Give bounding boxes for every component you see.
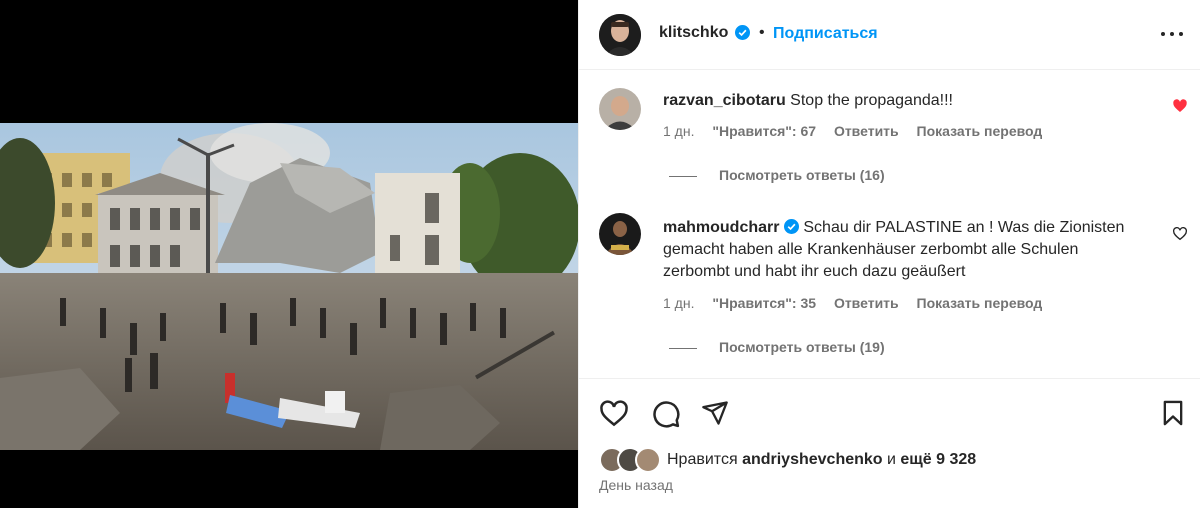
comment-likes-count[interactable]: "Нравится": 35 bbox=[712, 295, 816, 311]
verified-badge-icon bbox=[783, 219, 799, 234]
liker-avatar bbox=[635, 447, 661, 473]
replies-divider bbox=[669, 175, 697, 177]
separator-dot: • bbox=[759, 24, 765, 41]
comment-time[interactable]: 1 дн. bbox=[663, 295, 694, 311]
follow-button[interactable]: Подписаться bbox=[773, 25, 878, 43]
comment-bubble-icon[interactable] bbox=[651, 399, 681, 429]
like-heart-icon[interactable] bbox=[1172, 226, 1190, 244]
share-paper-plane-icon[interactable] bbox=[701, 399, 731, 429]
author-username[interactable]: klitschko bbox=[659, 24, 728, 42]
comment-text: Stop the propaganda!!! bbox=[790, 92, 953, 109]
commenter-avatar[interactable] bbox=[599, 88, 641, 130]
comment-likes-count[interactable]: "Нравится": 67 bbox=[712, 123, 816, 139]
comment-username[interactable]: mahmoudcharr bbox=[663, 219, 779, 236]
destroyed-hospital-photo bbox=[0, 123, 578, 450]
commenter-avatar[interactable] bbox=[599, 213, 641, 255]
liker-avatars[interactable] bbox=[599, 447, 663, 473]
save-bookmark-icon[interactable] bbox=[1159, 399, 1189, 429]
likes-text: Нравится andriyshevchenko и ещё 9 328 bbox=[667, 451, 976, 469]
likes-others-count[interactable]: ещё 9 328 bbox=[900, 451, 976, 468]
view-replies-label: Посмотреть ответы (19) bbox=[719, 339, 885, 355]
post-actions-bar bbox=[579, 378, 1200, 440]
reply-button[interactable]: Ответить bbox=[834, 295, 899, 311]
post-header: klitschko • Подписаться bbox=[579, 0, 1200, 70]
liked-heart-icon[interactable] bbox=[1172, 98, 1190, 116]
likes-prefix: Нравится bbox=[667, 451, 738, 468]
view-replies-label: Посмотреть ответы (16) bbox=[719, 167, 885, 183]
post-media bbox=[0, 0, 578, 508]
comment-time[interactable]: 1 дн. bbox=[663, 123, 694, 139]
likes-conjunction: и bbox=[887, 451, 896, 468]
comment-username[interactable]: razvan_cibotaru bbox=[663, 92, 786, 109]
like-heart-icon[interactable] bbox=[599, 399, 629, 429]
liker-username[interactable]: andriyshevchenko bbox=[742, 451, 883, 468]
translate-button[interactable]: Показать перевод bbox=[917, 123, 1043, 139]
comment-meta: 1 дн. "Нравится": 35 Ответить Показать п… bbox=[663, 295, 1056, 311]
author-avatar[interactable] bbox=[599, 14, 641, 56]
reply-button[interactable]: Ответить bbox=[834, 123, 899, 139]
post-sidebar: klitschko • Подписаться razvan_cibotaru … bbox=[578, 0, 1200, 508]
more-options-icon[interactable] bbox=[1161, 30, 1183, 38]
post-date[interactable]: День назад bbox=[599, 477, 673, 493]
translate-button[interactable]: Показать перевод bbox=[917, 295, 1043, 311]
view-replies-button[interactable]: Посмотреть ответы (16) bbox=[669, 167, 885, 183]
view-replies-button[interactable]: Посмотреть ответы (19) bbox=[669, 339, 885, 355]
post-photo[interactable] bbox=[0, 123, 578, 450]
comment-meta: 1 дн. "Нравится": 67 Ответить Показать п… bbox=[663, 123, 1056, 139]
verified-badge-icon bbox=[735, 25, 750, 40]
replies-divider bbox=[669, 347, 697, 349]
